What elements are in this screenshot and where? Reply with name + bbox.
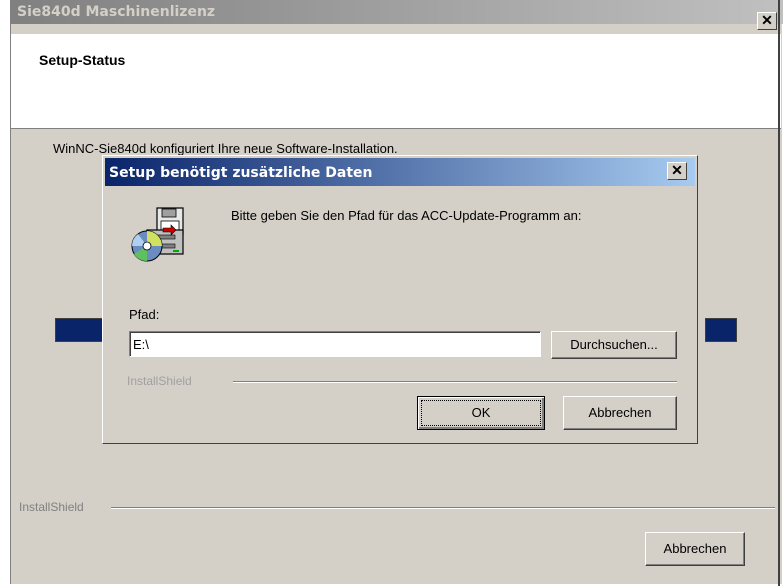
close-icon: ✕ — [761, 12, 773, 28]
focus-rectangle — [421, 400, 541, 426]
window-close-button[interactable]: ✕ — [757, 12, 777, 30]
additional-data-dialog: Setup benötigt zusätzliche Daten ✕ Bitte… — [102, 155, 698, 444]
dialog-close-button[interactable]: ✕ — [667, 162, 687, 180]
path-label: Pfad: — [129, 307, 160, 322]
dialog-title: Setup benötigt zusätzliche Daten — [109, 165, 373, 181]
dialog-cancel-button[interactable]: Abbrechen — [563, 396, 677, 430]
prompt-text: Bitte geben Sie den Pfad für das ACC-Upd… — [231, 208, 582, 223]
window-edge — [778, 0, 780, 586]
installshield-brand: InstallShield — [19, 500, 84, 514]
divider — [233, 381, 677, 383]
page-title: Setup-Status — [39, 52, 126, 68]
setup-disk-icon — [131, 207, 184, 262]
browse-button[interactable]: Durchsuchen... — [551, 331, 677, 359]
status-text: WinNC-Sie840d konfiguriert Ihre neue Sof… — [53, 141, 398, 156]
window-title: Sie840d Maschinenlizenz — [17, 4, 216, 20]
header-band: Setup-Status — [11, 34, 781, 129]
divider — [111, 507, 775, 509]
path-input[interactable] — [129, 331, 541, 357]
cancel-button[interactable]: Abbrechen — [645, 532, 745, 566]
progress-bar-right-segment — [705, 318, 737, 342]
installshield-brand: InstallShield — [127, 374, 192, 388]
ok-button[interactable]: OK — [417, 396, 545, 430]
window-titlebar: Sie840d Maschinenlizenz — [11, 0, 783, 24]
close-icon: ✕ — [671, 162, 683, 178]
dialog-titlebar: Setup benötigt zusätzliche Daten — [105, 158, 695, 186]
